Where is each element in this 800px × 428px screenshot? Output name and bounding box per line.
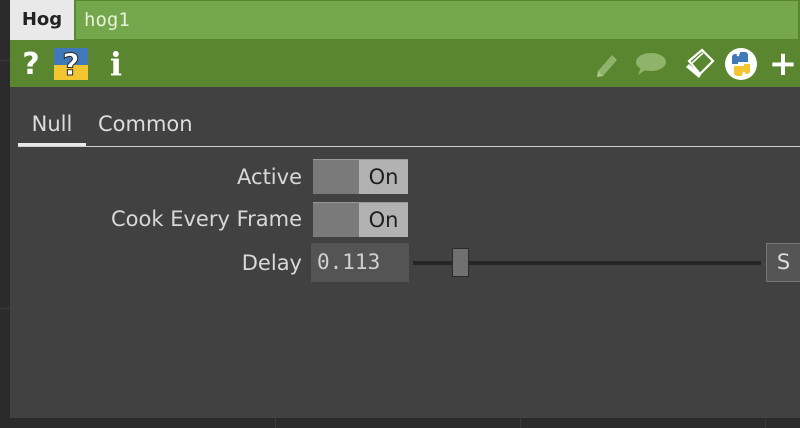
parameter-toolbar: ? ? i + xyxy=(10,42,800,87)
active-toggle-value: On xyxy=(359,160,408,194)
delay-slider-handle[interactable] xyxy=(452,248,469,277)
delay-value-field[interactable]: 0.113 xyxy=(311,243,409,282)
toggle-off-side xyxy=(313,160,359,194)
cook-every-frame-toggle[interactable]: On xyxy=(313,202,408,237)
python-icon[interactable] xyxy=(724,46,758,82)
operator-name-field[interactable]: hog1 xyxy=(76,1,798,39)
add-icon[interactable]: + xyxy=(768,44,798,84)
background-grid-line xyxy=(765,418,766,428)
help-icon[interactable]: ? xyxy=(18,46,44,82)
svg-text:?: ? xyxy=(62,48,79,82)
comment-icon[interactable] xyxy=(632,46,668,82)
clipboard-icon[interactable] xyxy=(682,46,716,82)
python-help-icon[interactable]: ? xyxy=(52,46,90,82)
edit-icon[interactable] xyxy=(592,46,622,82)
background-grid-line xyxy=(0,308,10,309)
active-toggle[interactable]: On xyxy=(313,159,408,194)
tabs-divider xyxy=(18,146,800,147)
background-grid-line xyxy=(520,418,521,428)
cook-every-frame-toggle-value: On xyxy=(359,203,408,237)
active-label: Active xyxy=(237,165,302,189)
background-grid-line xyxy=(275,418,276,428)
background-grid-line xyxy=(0,60,10,61)
tab-null[interactable]: Null xyxy=(18,104,86,144)
operator-type-label[interactable]: Hog xyxy=(10,0,74,40)
toggle-off-side xyxy=(313,203,359,237)
cook-every-frame-label: Cook Every Frame xyxy=(111,207,302,231)
info-icon[interactable]: i xyxy=(108,45,124,83)
delay-s-button[interactable]: S xyxy=(766,243,800,282)
tab-common[interactable]: Common xyxy=(98,104,208,144)
delay-label: Delay xyxy=(241,251,302,275)
